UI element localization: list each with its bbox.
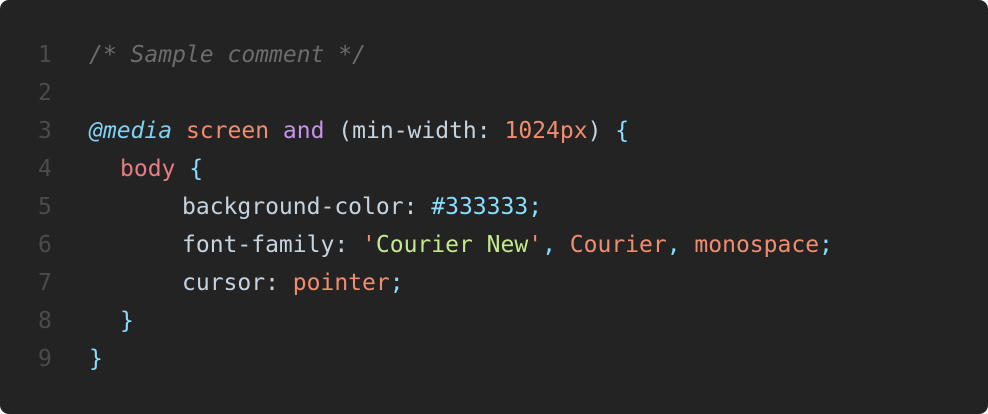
code-token-comment: /* Sample comment */ [89, 42, 366, 68]
code-token-punct: } [120, 308, 134, 334]
code-line[interactable]: 3 @media screen and (min-width: 1024px) { [0, 112, 988, 150]
code-token-value: screen [185, 118, 270, 144]
line-number: 1 [38, 42, 52, 68]
line-number: 6 [38, 232, 52, 258]
code-line[interactable]: 4 body { [0, 150, 988, 188]
code-token-string: Courier New [375, 232, 529, 258]
code-token-plain: : [265, 270, 293, 296]
code-content: @media screen and (min-width: 1024px) { [58, 112, 629, 150]
code-editor[interactable]: 1/* Sample comment */2 3 @media screen and… [0, 0, 988, 414]
code-token-prop: font-family [182, 232, 335, 258]
code-token-plain: : [334, 232, 363, 258]
code-token-plain: : [403, 194, 432, 220]
code-token-plain: ) [587, 118, 616, 144]
code-content [58, 74, 89, 112]
line-number: 3 [38, 118, 52, 144]
code-line[interactable]: 1 /* Sample comment */ [0, 36, 988, 74]
code-token-value: pointer [292, 270, 390, 296]
code-token-punct: , [666, 232, 695, 258]
code-token-stringq: ' [362, 232, 376, 258]
code-token-punct: } [89, 346, 103, 372]
code-content: background-color: #333333; [58, 188, 542, 226]
code-token-punct: , [542, 232, 570, 258]
code-line[interactable]: 2 [0, 74, 988, 112]
code-content: cursor: pointer; [58, 264, 404, 302]
line-number: 4 [38, 156, 52, 182]
line-number: 9 [38, 346, 52, 372]
line-number: 2 [38, 80, 52, 106]
code-token-punct: ; [389, 270, 404, 296]
code-content: } [58, 302, 134, 340]
code-line[interactable]: 6 font-family: 'Courier New', Courier, mo… [0, 226, 988, 264]
code-token-punct: { [615, 118, 630, 144]
code-token-selector: body [120, 156, 176, 182]
code-content: body { [58, 150, 203, 188]
code-token-punct: ; [528, 194, 543, 220]
code-content: font-family: 'Courier New', Courier, mon… [58, 226, 833, 264]
code-token-punct: { [189, 156, 204, 182]
code-token-prop: min-width [352, 118, 477, 144]
code-line[interactable]: 7 cursor: pointer; [0, 264, 988, 302]
code-token-keyword: and [282, 118, 325, 144]
code-token-prop: background-color [182, 194, 404, 220]
line-number: 5 [38, 194, 52, 220]
code-content: } [58, 340, 103, 378]
code-token-prop: cursor [182, 270, 266, 296]
code-token-value: Courier [569, 232, 667, 258]
code-line[interactable]: 5 background-color: #333333; [0, 188, 988, 226]
code-token-plain: ( [324, 118, 353, 144]
code-token-punct: ; [819, 232, 833, 258]
code-token-atrule: @media [89, 118, 173, 144]
code-token-stringq: ' [528, 232, 543, 258]
code-content: /* Sample comment */ [58, 36, 366, 74]
line-number: 7 [38, 270, 52, 296]
code-token-value: 1024px [504, 118, 588, 144]
code-token-hex: #333333 [431, 194, 529, 220]
line-number: 8 [38, 308, 52, 334]
code-token-plain: : [476, 118, 505, 144]
code-line[interactable]: 9} [0, 340, 988, 378]
code-line[interactable]: 8} [0, 302, 988, 340]
code-token-value: monospace [694, 232, 820, 258]
